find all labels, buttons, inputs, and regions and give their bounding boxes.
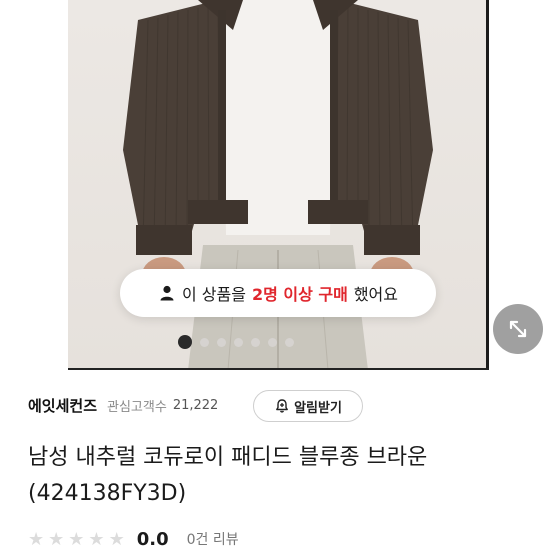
person-icon [160, 285, 174, 301]
banner-highlight: 2명 이상 구매 [251, 285, 348, 304]
bell-plus-icon [276, 399, 288, 413]
star-icon: ★ [48, 528, 65, 550]
carousel-dot-active[interactable] [178, 335, 192, 349]
carousel-dot[interactable] [200, 337, 209, 347]
expand-arrows-icon [509, 320, 527, 338]
carousel-indicator [178, 333, 294, 351]
purchase-count-banner: 이 상품을 2명 이상 구매 했어요 [120, 269, 436, 317]
brand-row: 에잇세컨즈 관심고객수 21,222 [28, 390, 218, 420]
carousel-dot[interactable] [251, 337, 260, 347]
brand-name[interactable]: 에잇세컨즈 [28, 395, 97, 416]
carousel-dot[interactable] [268, 337, 277, 347]
banner-text-before: 이 상품을 [181, 285, 246, 304]
star-icon: ★ [108, 528, 125, 550]
star-icon: ★ [88, 528, 105, 550]
image-frame-bottom [68, 368, 489, 370]
alert-button-label: 알림받기 [294, 400, 342, 416]
product-image-carousel[interactable]: 이 상품을 2명 이상 구매 했어요 [0, 0, 555, 370]
image-frame-border [486, 0, 489, 370]
carousel-dot[interactable] [285, 337, 294, 347]
rating-value: 0.0 [136, 528, 169, 550]
carousel-dot[interactable] [234, 337, 243, 347]
rating-row[interactable]: ★ ★ ★ ★ ★ 0.0 0건 리뷰 [28, 524, 239, 554]
star-icon: ★ [28, 528, 45, 550]
expand-image-button[interactable] [493, 304, 543, 354]
alert-subscribe-button[interactable]: 알림받기 [253, 390, 363, 422]
favorites-label: 관심고객수 [107, 399, 167, 415]
review-count[interactable]: 0건 리뷰 [187, 529, 239, 549]
star-icon: ★ [68, 528, 85, 550]
banner-text-after: 했어요 [353, 285, 398, 304]
favorites-count: 21,222 [172, 397, 219, 413]
product-title: 남성 내추럴 코듀로이 패디드 블루종 브라운 (424138FY3D) [28, 445, 428, 506]
carousel-dot[interactable] [217, 337, 226, 347]
